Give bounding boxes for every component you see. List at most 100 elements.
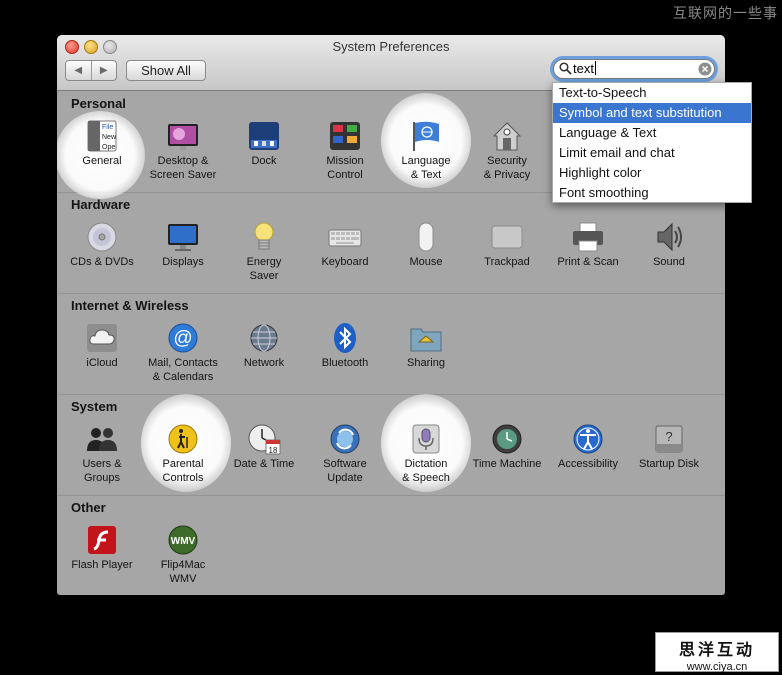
pane-label: Sharing	[407, 357, 445, 369]
pane-sharing[interactable]: Sharing	[386, 319, 466, 393]
pane-cds-dvds[interactable]: CDs & DVDs	[62, 218, 142, 292]
svg-text:Ope: Ope	[102, 144, 115, 151]
window-title: System Preferences	[332, 39, 450, 54]
hard-disk-icon: ?	[652, 423, 686, 455]
clock-calendar-icon: 18	[247, 423, 281, 455]
desktop-screen-saver-icon	[166, 120, 200, 152]
svg-text:?: ?	[665, 429, 672, 444]
pane-label: Trackpad	[484, 256, 530, 268]
pane-desktop-screen-saver[interactable]: Desktop & Screen Saver	[143, 117, 223, 191]
suggestion-highlight-color[interactable]: Highlight color	[553, 163, 751, 183]
pane-date-time[interactable]: 18 Date & Time	[224, 420, 304, 494]
pane-label: Dictation & Speech	[402, 458, 450, 484]
pane-label: CDs & DVDs	[70, 256, 134, 268]
section-title: System	[71, 399, 118, 414]
pane-users-groups[interactable]: Users & Groups	[62, 420, 142, 494]
svg-text:New: New	[102, 134, 117, 141]
pane-label: Flip4Mac WMV	[160, 559, 206, 585]
pane-mission-control[interactable]: Mission Control	[305, 117, 385, 191]
users-icon	[85, 423, 119, 455]
pane-label: Date & Time	[233, 458, 295, 470]
time-machine-icon	[490, 423, 524, 455]
section-title: Internet & Wireless	[71, 298, 189, 313]
pane-label: Energy Saver	[246, 256, 282, 282]
software-update-icon	[328, 423, 362, 455]
speaker-icon	[652, 221, 686, 253]
search-field[interactable]: text	[553, 59, 715, 79]
pane-label: Users & Groups	[82, 458, 122, 484]
search-suggestions-menu: Text-to-Speech Symbol and text substitut…	[552, 82, 752, 203]
watermark-logo: 思洋互动 www.ciya.cn	[655, 632, 779, 673]
pane-dictation-speech[interactable]: Dictation & Speech	[386, 420, 466, 494]
pane-parental-controls[interactable]: Parental Controls	[143, 420, 223, 494]
pane-label: Parental Controls	[162, 458, 204, 484]
pane-language-text[interactable]: Language & Text	[386, 117, 466, 191]
mouse-icon	[409, 221, 443, 253]
pane-flip4mac-wmv[interactable]: WMV Flip4Mac WMV	[143, 521, 223, 595]
section-system: System Users & Groups Parental Controls …	[57, 394, 725, 496]
mission-control-icon	[328, 120, 362, 152]
back-forward-control: ◀ ▶	[65, 60, 117, 81]
pane-energy-saver[interactable]: Energy Saver	[224, 218, 304, 292]
pane-displays[interactable]: Displays	[143, 218, 223, 292]
svg-text:18: 18	[269, 446, 278, 455]
suggestion-font-smoothing[interactable]: Font smoothing	[553, 183, 751, 203]
pane-label: General	[82, 155, 122, 167]
flip4mac-icon: WMV	[166, 524, 200, 556]
pane-mouse[interactable]: Mouse	[386, 218, 466, 292]
pane-label: Keyboard	[321, 256, 369, 268]
section-title: Personal	[71, 96, 126, 111]
pane-bluetooth[interactable]: Bluetooth	[305, 319, 385, 393]
section-title: Hardware	[71, 197, 131, 212]
pane-flash-player[interactable]: Flash Player	[62, 521, 142, 595]
pane-label: Accessibility	[558, 458, 618, 470]
microphone-icon	[409, 423, 443, 455]
un-flag-icon	[409, 120, 443, 152]
keyboard-icon	[328, 221, 362, 253]
section-title: Other	[71, 500, 106, 515]
pane-software-update[interactable]: Software Update	[305, 420, 385, 494]
pane-label: Displays	[162, 256, 204, 268]
house-lock-icon	[490, 120, 524, 152]
clear-search-icon[interactable]	[698, 62, 712, 81]
globe-icon	[247, 322, 281, 354]
pane-label: iCloud	[86, 357, 118, 369]
bluetooth-icon	[328, 322, 362, 354]
pane-print-scan[interactable]: Print & Scan	[548, 218, 628, 292]
pane-label: Language & Text	[401, 155, 451, 181]
pane-label: Flash Player	[71, 559, 133, 571]
pane-network[interactable]: Network	[224, 319, 304, 393]
pane-time-machine[interactable]: Time Machine	[467, 420, 547, 494]
pane-dock[interactable]: Dock	[224, 117, 304, 191]
pane-general[interactable]: File New Ope General	[62, 117, 142, 191]
pane-sound[interactable]: Sound	[629, 218, 709, 292]
search-input[interactable]: text	[573, 61, 596, 76]
cloud-icon	[85, 322, 119, 354]
pane-trackpad[interactable]: Trackpad	[467, 218, 547, 292]
disc-icon	[85, 221, 119, 253]
pane-label: Bluetooth	[321, 357, 369, 369]
pane-mail-contacts-calendars[interactable]: @ Mail, Contacts & Calendars	[143, 319, 223, 393]
light-bulb-icon	[247, 221, 281, 253]
pane-accessibility[interactable]: Accessibility	[548, 420, 628, 494]
suggestion-limit-email-chat[interactable]: Limit email and chat	[553, 143, 751, 163]
suggestion-language-text[interactable]: Language & Text	[553, 123, 751, 143]
folder-sharing-icon	[409, 322, 443, 354]
suggestion-symbol-text-substitution[interactable]: Symbol and text substitution	[553, 103, 751, 123]
pane-label: Sound	[653, 256, 685, 268]
pane-startup-disk[interactable]: ? Startup Disk	[629, 420, 709, 494]
pane-icloud[interactable]: iCloud	[62, 319, 142, 393]
back-button[interactable]: ◀	[66, 61, 91, 80]
parental-controls-icon	[166, 423, 200, 455]
show-all-button[interactable]: Show All	[126, 60, 206, 81]
pane-label: Mouse	[409, 256, 443, 268]
accessibility-icon	[571, 423, 605, 455]
forward-button[interactable]: ▶	[90, 61, 117, 80]
flash-icon	[85, 524, 119, 556]
pane-label: Network	[243, 357, 285, 369]
pane-security-privacy[interactable]: Security & Privacy	[467, 117, 547, 191]
watermark-text: 互联网的一些事	[673, 5, 778, 21]
pane-keyboard[interactable]: Keyboard	[305, 218, 385, 292]
suggestion-text-to-speech[interactable]: Text-to-Speech	[553, 83, 751, 103]
pane-label: Dock	[251, 155, 277, 167]
